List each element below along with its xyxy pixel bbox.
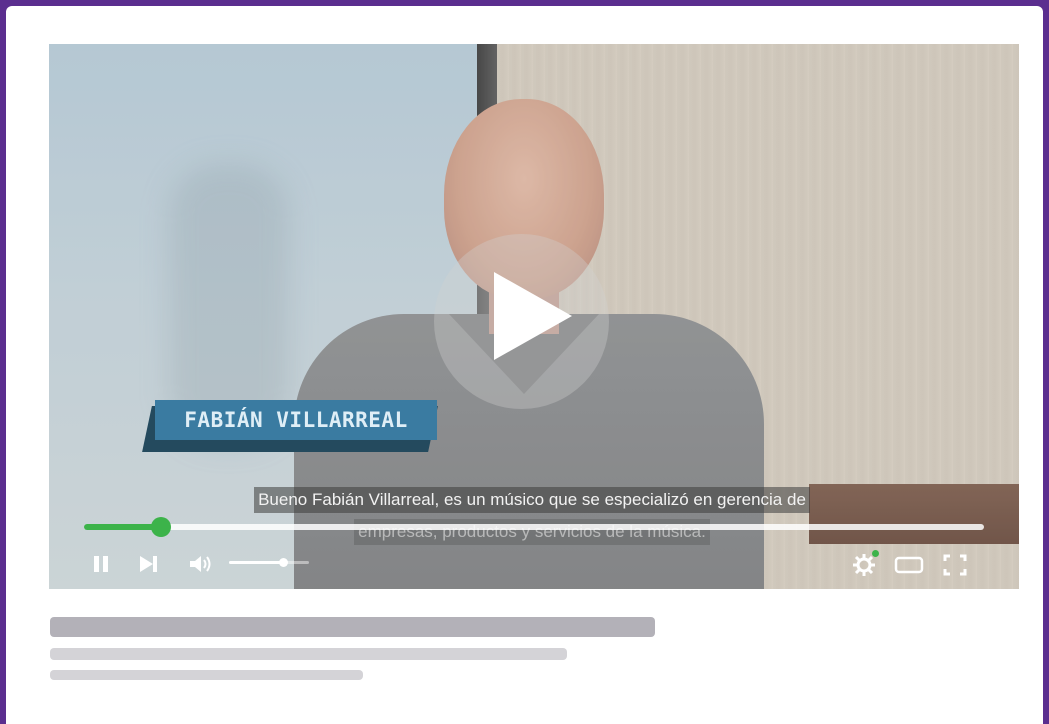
hd-indicator xyxy=(872,550,879,557)
progress-scrubber[interactable] xyxy=(150,517,171,537)
volume-fill xyxy=(229,561,284,564)
subtitle-line-1: Bueno Fabián Villarreal, es un músico qu… xyxy=(254,487,810,513)
video-player[interactable]: FABIÁN VILLARREAL Bueno Fabián Villarrea… xyxy=(49,44,1019,589)
theater-mode-button[interactable] xyxy=(892,552,926,578)
progress-bar[interactable] xyxy=(84,517,984,537)
title-placeholder xyxy=(50,617,655,637)
volume-handle[interactable] xyxy=(279,558,289,567)
fullscreen-icon xyxy=(943,554,967,576)
subtitle-line-2: empresas, productos y servicios de la mú… xyxy=(354,519,710,545)
lower-third-name-plate: FABIÁN VILLARREAL xyxy=(142,400,438,452)
text-placeholder-line-1 xyxy=(50,648,567,660)
pause-button[interactable] xyxy=(89,552,113,576)
skip-next-icon xyxy=(140,556,157,572)
mute-button[interactable] xyxy=(187,552,215,576)
settings-button[interactable] xyxy=(851,550,879,578)
volume-icon xyxy=(190,556,211,572)
subtitles: Bueno Fabián Villarreal, es un músico qu… xyxy=(167,487,897,545)
fullscreen-button[interactable] xyxy=(941,552,969,578)
control-bar xyxy=(49,544,1019,589)
volume-slider[interactable] xyxy=(229,558,309,567)
progress-fill xyxy=(84,524,161,530)
play-icon[interactable] xyxy=(494,272,572,360)
theater-mode-icon xyxy=(894,556,924,574)
speaker-name: FABIÁN VILLARREAL xyxy=(155,400,437,440)
text-placeholder-line-2 xyxy=(50,670,363,680)
gear-icon xyxy=(853,554,875,576)
page-frame: FABIÁN VILLARREAL Bueno Fabián Villarrea… xyxy=(6,6,1043,724)
pause-icon xyxy=(94,556,108,572)
skip-next-button[interactable] xyxy=(137,552,161,576)
